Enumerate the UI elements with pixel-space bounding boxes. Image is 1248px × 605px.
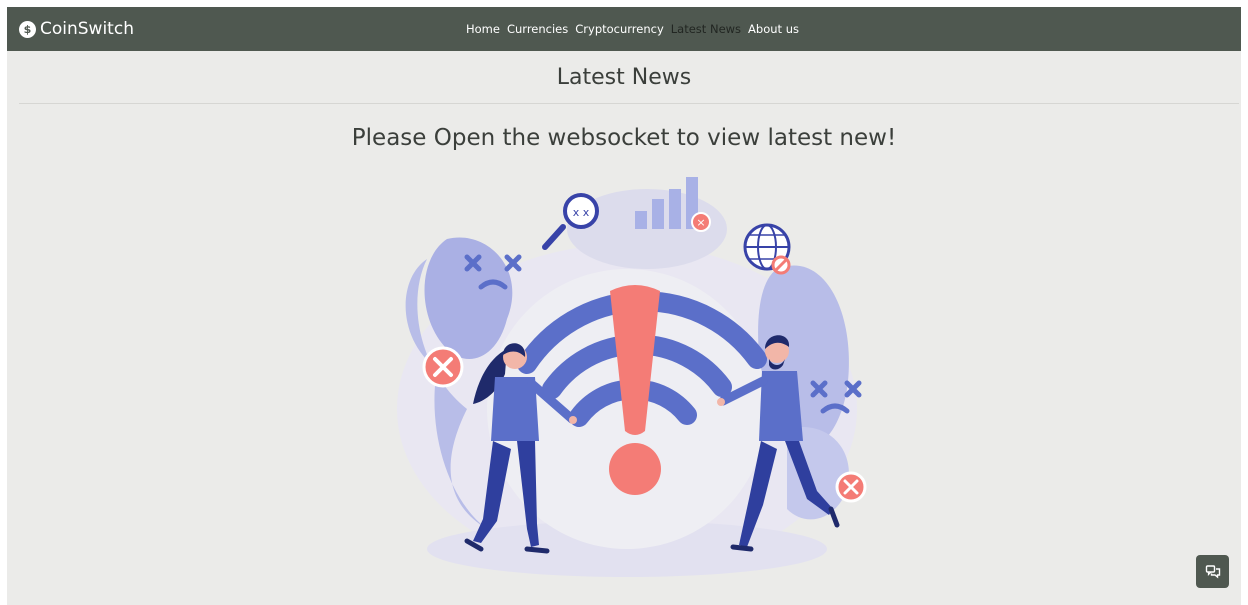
brand-link[interactable]: $ CoinSwitch: [19, 17, 134, 41]
nav-link-latest-news[interactable]: Latest News: [671, 22, 741, 36]
title-divider: [19, 103, 1239, 104]
globe-blocked-icon: [743, 223, 791, 275]
no-connection-illustration: x x ×: [397, 177, 867, 577]
brand-name: CoinSwitch: [40, 19, 134, 39]
nav-link-home[interactable]: Home: [466, 22, 500, 36]
error-x-icon-right: [835, 471, 867, 503]
dollar-coin-icon: $: [19, 20, 36, 38]
svg-text:x x: x x: [573, 206, 590, 219]
chat-bubbles-icon: [1205, 564, 1220, 578]
page: $ CoinSwitch Home Currencies Cryptocurre…: [7, 7, 1241, 605]
websocket-message: Please Open the websocket to view latest…: [351, 125, 897, 151]
svg-text:×: ×: [696, 216, 705, 229]
chat-button[interactable]: [1196, 555, 1229, 588]
nav-links: Home Currencies Cryptocurrency Latest Ne…: [466, 19, 799, 39]
error-x-icon: [422, 346, 464, 388]
nav-link-cryptocurrency[interactable]: Cryptocurrency: [575, 22, 664, 36]
nav-link-currencies[interactable]: Currencies: [507, 22, 568, 36]
nav-link-about-us[interactable]: About us: [748, 22, 799, 36]
navbar: $ CoinSwitch Home Currencies Cryptocurre…: [7, 7, 1241, 51]
page-title: Latest News: [556, 65, 692, 90]
